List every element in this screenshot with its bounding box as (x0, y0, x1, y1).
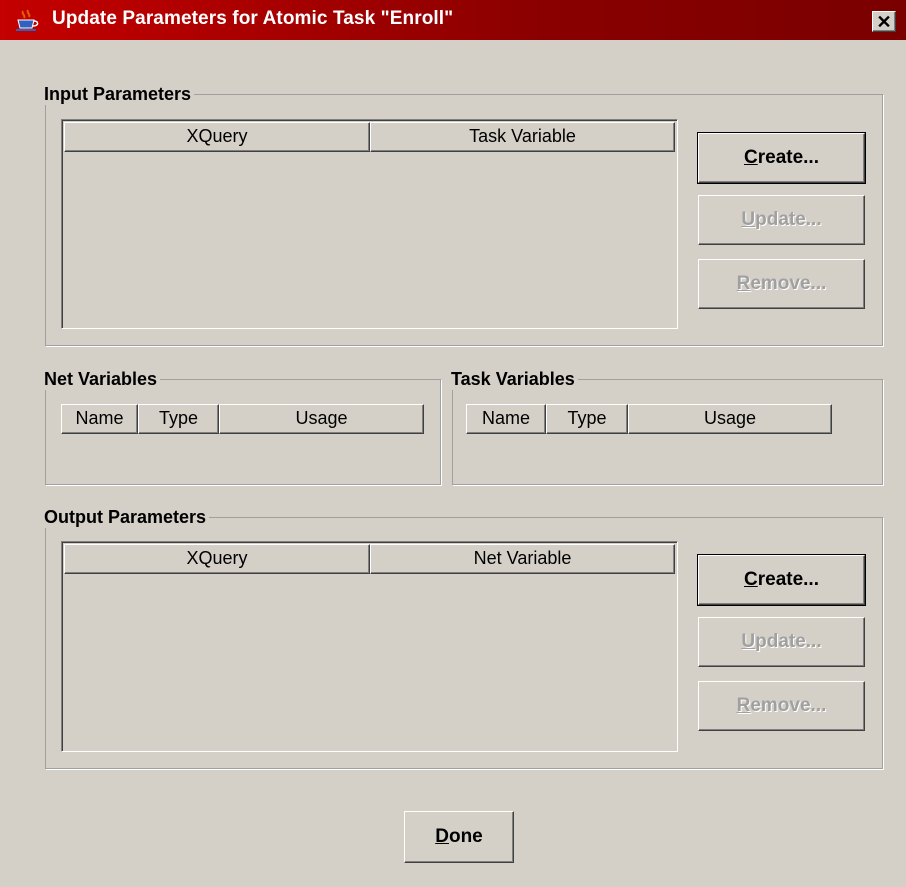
close-icon: ✕ (876, 12, 892, 32)
title-bar[interactable]: Update Parameters for Atomic Task "Enrol… (0, 0, 906, 40)
column-header-task-variable[interactable]: Task Variable (370, 122, 675, 152)
input-parameters-header-row: XQuery Task Variable (64, 122, 675, 152)
net-variables-legend: Net Variables (44, 368, 161, 390)
task-column-header-name[interactable]: Name (466, 404, 546, 434)
task-column-header-type[interactable]: Type (546, 404, 628, 434)
output-remove-button[interactable]: Remove... (698, 681, 865, 731)
column-header-xquery[interactable]: XQuery (64, 544, 370, 574)
net-column-header-name[interactable]: Name (61, 404, 138, 434)
net-column-header-usage[interactable]: Usage (219, 404, 424, 434)
output-parameters-table[interactable]: XQuery Net Variable (61, 541, 678, 752)
output-update-button[interactable]: Update... (698, 617, 865, 667)
java-cup-icon (16, 9, 39, 31)
input-update-button[interactable]: Update... (698, 195, 865, 245)
net-column-header-type[interactable]: Type (138, 404, 219, 434)
window-title: Update Parameters for Atomic Task "Enrol… (52, 8, 454, 29)
input-parameters-table[interactable]: XQuery Task Variable (61, 119, 678, 329)
input-parameters-legend: Input Parameters (44, 83, 195, 105)
task-variables-header-row: Name Type Usage (466, 404, 832, 434)
task-variables-legend: Task Variables (451, 368, 578, 390)
task-column-header-usage[interactable]: Usage (628, 404, 832, 434)
input-remove-button[interactable]: Remove... (698, 259, 865, 309)
close-button[interactable]: ✕ (872, 11, 896, 32)
column-header-net-variable[interactable]: Net Variable (370, 544, 675, 574)
net-variables-header-row: Name Type Usage (61, 404, 424, 434)
done-button[interactable]: Done (404, 811, 514, 863)
column-header-xquery[interactable]: XQuery (64, 122, 370, 152)
output-parameters-header-row: XQuery Net Variable (64, 544, 675, 574)
output-create-button[interactable]: Create... (697, 554, 866, 606)
input-create-button[interactable]: Create... (697, 132, 866, 184)
output-parameters-legend: Output Parameters (44, 506, 210, 528)
